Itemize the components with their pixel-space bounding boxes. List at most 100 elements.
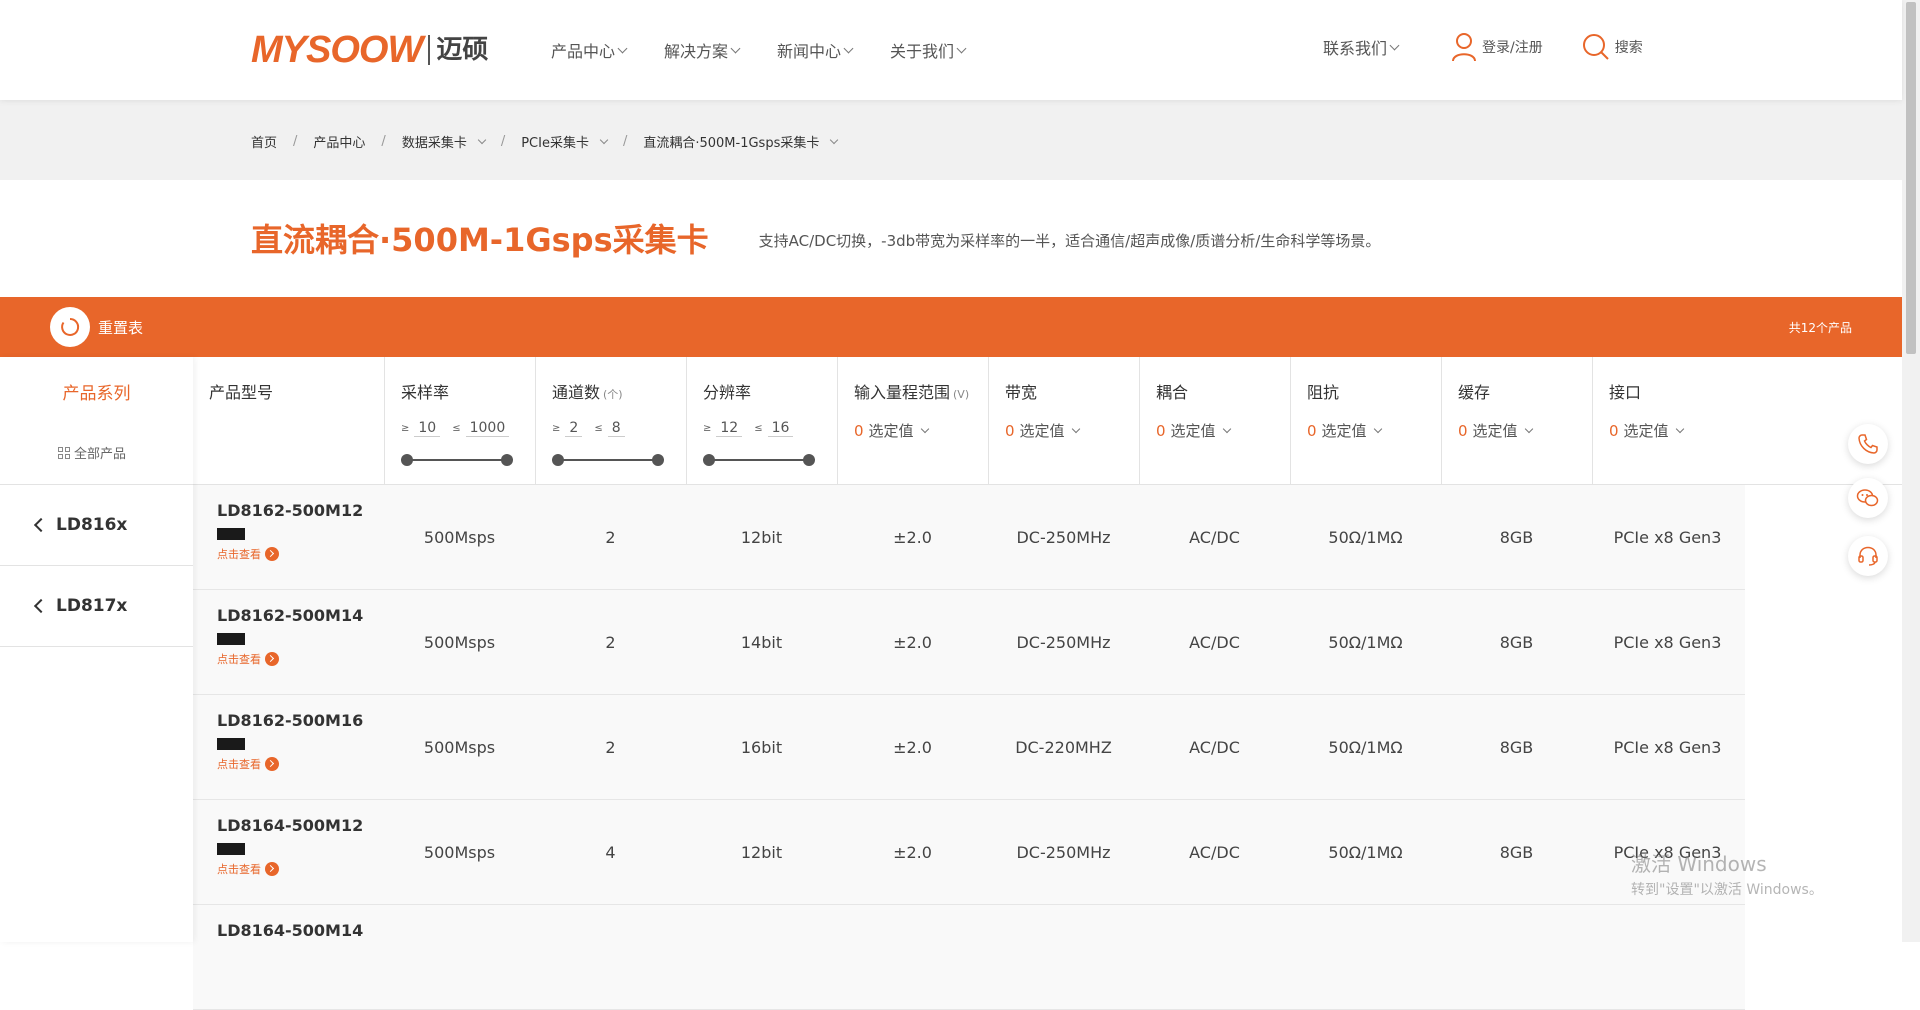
cell-bandwidth: DC-250MHz [1016, 633, 1111, 652]
login-link[interactable]: 登录/注册 [1450, 32, 1543, 62]
all-products-label: 全部产品 [74, 447, 127, 462]
sample-rate-min-input[interactable]: 10 [414, 420, 441, 437]
chevron-left-icon [33, 517, 49, 533]
model-name[interactable]: LD8164-500M14 [217, 921, 363, 940]
crumb-products[interactable]: 产品中心 [313, 132, 365, 151]
search-button[interactable]: 搜索 [1581, 32, 1643, 62]
support-button[interactable] [1848, 536, 1888, 576]
cell-channels: 2 [605, 528, 616, 547]
model-name[interactable]: LD8162-500M14 [217, 606, 363, 625]
chevron-down-icon [830, 135, 839, 144]
col-label: 接口 [1609, 383, 1642, 402]
chevron-down-icon [477, 135, 487, 144]
all-products-link[interactable]: 全部产品 [58, 443, 126, 462]
cell-cache: 8GB [1499, 843, 1534, 862]
crumb-separator: / [500, 134, 506, 149]
slider-max-handle[interactable] [652, 454, 664, 466]
crumb-label: 首页 [251, 136, 278, 151]
page-scrollbar[interactable] [1902, 0, 1920, 942]
sidebar-item-ld816x[interactable]: LD816x [0, 485, 193, 566]
slider-min-handle[interactable] [401, 454, 413, 466]
slider-min-handle[interactable] [552, 454, 564, 466]
resolution-min-input[interactable]: 12 [716, 420, 743, 437]
phone-button[interactable] [1848, 424, 1888, 464]
crumb-daq-cards[interactable]: 数据采集卡 [402, 132, 487, 151]
input-range-select[interactable]: 0 选定值 [854, 420, 929, 441]
select-count: 0 [1005, 421, 1015, 440]
channels-slider[interactable] [552, 454, 664, 466]
logo[interactable]: MYSOOW 迈硕 [251, 28, 488, 72]
channels-min-input[interactable]: 2 [565, 420, 583, 437]
nav-about[interactable]: 关于我们 [890, 38, 967, 62]
slider-max-handle[interactable] [803, 454, 815, 466]
chevron-down-icon [1071, 424, 1080, 433]
channels-max-input[interactable]: 8 [607, 420, 625, 437]
scrollbar-thumb[interactable] [1906, 2, 1916, 354]
wechat-button[interactable] [1848, 478, 1888, 518]
sidebar-item-ld817x[interactable]: LD817x [0, 566, 193, 647]
crumb-pcie-cards[interactable]: PCIe采集卡 [521, 132, 609, 151]
nav-label: 解决方案 [664, 42, 729, 61]
cell-impedance: 50Ω/1MΩ [1328, 738, 1403, 757]
cell-impedance: 50Ω/1MΩ [1328, 633, 1403, 652]
sidebar-item-label: LD817x [56, 596, 128, 616]
select-count: 0 [854, 421, 864, 440]
header-right: 联系我们 登录/注册 搜索 [1323, 32, 1643, 62]
view-details-link[interactable]: 点击查看 [217, 861, 363, 877]
cell-impedance: 50Ω/1MΩ [1328, 528, 1403, 547]
interface-select[interactable]: 0 选定值 [1609, 420, 1684, 441]
model-name[interactable]: LD8164-500M12 [217, 816, 363, 835]
sample-rate-max-input[interactable]: 1000 [465, 420, 510, 437]
model-cell: LD8164-500M12 点击查看 [217, 816, 363, 877]
nav-news[interactable]: 新闻中心 [777, 38, 854, 62]
col-unit: (V) [953, 388, 970, 401]
resolution-max-input[interactable]: 16 [767, 420, 794, 437]
table-row: LD8164-500M14 [193, 905, 1745, 1010]
col-coupling: 耦合 0 选定值 [1139, 357, 1290, 485]
col-label-text: 输入量程范围 [854, 383, 951, 402]
crumb-home[interactable]: 首页 [251, 132, 277, 151]
cell-coupling: AC/DC [1189, 528, 1240, 547]
view-details-link[interactable]: 点击查看 [217, 651, 363, 667]
view-details-link[interactable]: 点击查看 [217, 546, 363, 562]
ge-sign: ≥ [703, 423, 712, 434]
ge-sign: ≥ [552, 423, 561, 434]
model-name[interactable]: LD8162-500M16 [217, 711, 363, 730]
col-unit: (个) [603, 388, 623, 401]
chevron-down-icon [920, 424, 929, 433]
col-label: 带宽 [1005, 383, 1038, 402]
reset-filter-button[interactable]: 重置表 [50, 307, 143, 347]
sample-rate-slider[interactable] [401, 454, 513, 466]
cell-input-range: ±2.0 [893, 843, 932, 862]
crumb-label: 直流耦合·500M-1Gsps采集卡 [643, 136, 820, 151]
view-label: 点击查看 [217, 863, 261, 876]
contact-menu[interactable]: 联系我们 [1323, 35, 1400, 59]
model-cell: LD8164-500M14 [217, 921, 363, 940]
slider-max-handle[interactable] [501, 454, 513, 466]
impedance-select[interactable]: 0 选定值 [1307, 420, 1382, 441]
product-thumbnail [217, 843, 245, 855]
windows-activation-watermark: 激活 Windows 转到"设置"以激活 Windows。 [1631, 848, 1823, 899]
chevron-down-icon [730, 43, 741, 53]
crumb-current[interactable]: 直流耦合·500M-1Gsps采集卡 [643, 132, 839, 151]
le-sign: ≤ [754, 423, 763, 434]
cell-channels: 2 [605, 738, 616, 757]
model-cell: LD8162-500M14 点击查看 [217, 606, 363, 667]
slider-min-handle[interactable] [703, 454, 715, 466]
cell-cache: 8GB [1499, 738, 1534, 757]
model-name[interactable]: LD8162-500M12 [217, 501, 363, 520]
bandwidth-select[interactable]: 0 选定值 [1005, 420, 1080, 441]
cache-select[interactable]: 0 选定值 [1458, 420, 1533, 441]
logo-text-en: MYSOOW [251, 29, 423, 71]
watermark-line2: 转到"设置"以激活 Windows。 [1631, 882, 1823, 898]
nav-solutions[interactable]: 解决方案 [664, 38, 741, 62]
filter-toolbar: 重置表 共12个产品 [0, 297, 1902, 357]
nav-products[interactable]: 产品中心 [551, 38, 628, 62]
coupling-select[interactable]: 0 选定值 [1156, 420, 1231, 441]
chevron-down-icon [617, 43, 628, 53]
wechat-icon [1856, 489, 1879, 507]
cell-input-range: ±2.0 [893, 528, 932, 547]
resolution-slider[interactable] [703, 454, 815, 466]
logo-divider [428, 35, 431, 65]
view-details-link[interactable]: 点击查看 [217, 756, 363, 772]
